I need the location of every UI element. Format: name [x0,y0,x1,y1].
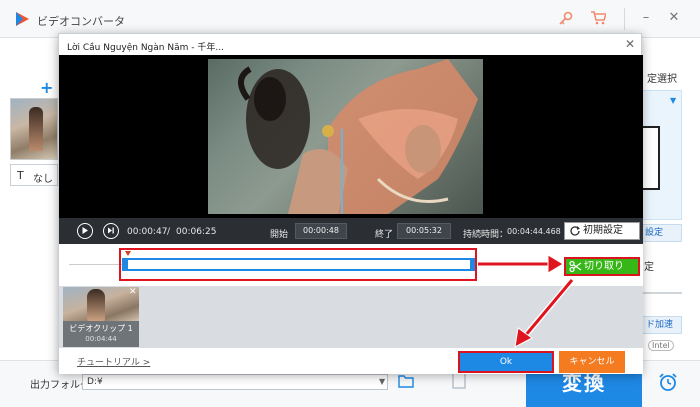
duration-value: 00:04:44.468 [507,227,561,236]
output-folder-input[interactable]: D:¥ [82,374,388,390]
end-label: 終了 [375,230,394,240]
title-bar-separator [624,8,625,30]
end-time-input[interactable]: 00:05:32 [397,223,451,239]
output-dropdown-icon[interactable]: ▼ [379,377,385,386]
refresh-icon [570,226,580,236]
hw-accel-button[interactable]: ド加速 [642,316,682,334]
clip-thumbnail [63,287,139,321]
format-dropdown-icon[interactable]: ▼ [670,96,676,105]
video-preview [59,55,643,218]
clip-list: ✕ ビデオクリップ 1 00:04:44 [59,286,643,348]
reset-button[interactable]: 初期設定 [564,222,640,240]
quality-slider[interactable] [642,292,682,294]
clip-name: ビデオクリップ 1 [69,324,133,333]
clip-item[interactable]: ✕ ビデオクリップ 1 00:04:44 [63,287,139,347]
play-icon [82,227,88,234]
subtitle-icon: T [17,169,24,182]
tutorial-link[interactable]: チュートリアル > [77,355,150,368]
next-frame-icon [108,227,114,234]
playback-controls: 00:00:47 / 00:06:25 開始 00:00:48 終了 00:05… [59,218,643,244]
next-frame-button[interactable] [103,223,119,239]
reset-button-label: 初期設定 [583,225,623,236]
app-title: ビデオコンバータ [37,15,125,28]
hw-accel-label: ド加速 [646,320,674,330]
video-thumbnail[interactable] [10,98,58,160]
timeline-track [69,264,123,265]
cut-button[interactable]: 切り取り [564,257,640,276]
add-file-button[interactable]: + [40,78,53,97]
folder-icon[interactable] [398,374,414,388]
minimize-icon[interactable]: – [638,10,654,26]
app-logo-icon [16,12,29,26]
clip-duration: 00:04:44 [85,335,117,343]
option-label: 定 [644,262,654,273]
cancel-button[interactable]: キャンセル [559,351,625,373]
video-frame-image [238,59,478,214]
clip-remove-icon[interactable]: ✕ [129,287,137,297]
dialog-close-icon[interactable]: ✕ [625,37,635,51]
dialog-title: Lời Cầu Nguyện Ngàn Năm - 千年... [67,43,224,53]
alarm-icon[interactable] [657,371,679,393]
current-time: 00:00:47 [127,227,168,237]
play-button[interactable] [77,223,93,239]
cart-icon[interactable] [590,10,606,26]
subtitle-dropdown[interactable]: T なし [10,164,58,186]
format-preview-icon [642,126,660,190]
settings-button[interactable]: 設定 [642,224,682,242]
format-select-label[interactable]: 定選択 [647,70,677,85]
time-separator: / [167,227,171,237]
key-icon[interactable] [558,10,574,26]
duration-label: 持続時間： [463,230,509,240]
trim-timeline [59,244,643,286]
start-time-input[interactable]: 00:00:48 [295,223,347,239]
left-panel: + T なし [0,38,58,360]
window-close-icon[interactable]: ✕ [666,10,682,26]
ok-button[interactable]: Ok [458,351,554,373]
highlight-box [119,248,477,281]
video-frame[interactable] [208,59,483,214]
scissors-icon [569,260,582,273]
start-label: 開始 [270,230,289,240]
intel-badge[interactable]: Intel [648,340,674,351]
settings-button-label: 設定 [645,228,664,238]
trim-dialog: Lời Cầu Nguyện Ngàn Năm - 千年... ✕ 00:00:… [58,33,643,374]
subtitle-label: なし [33,174,53,185]
dialog-footer: チュートリアル > Ok キャンセル [59,348,643,374]
total-time: 00:06:25 [176,227,217,237]
video-converter-app: ビデオコンバータ – ✕ + T なし 定選択 ▼ 設定 定 ド加速 Intel… [0,0,700,407]
cut-button-label: 切り取り [584,261,624,272]
